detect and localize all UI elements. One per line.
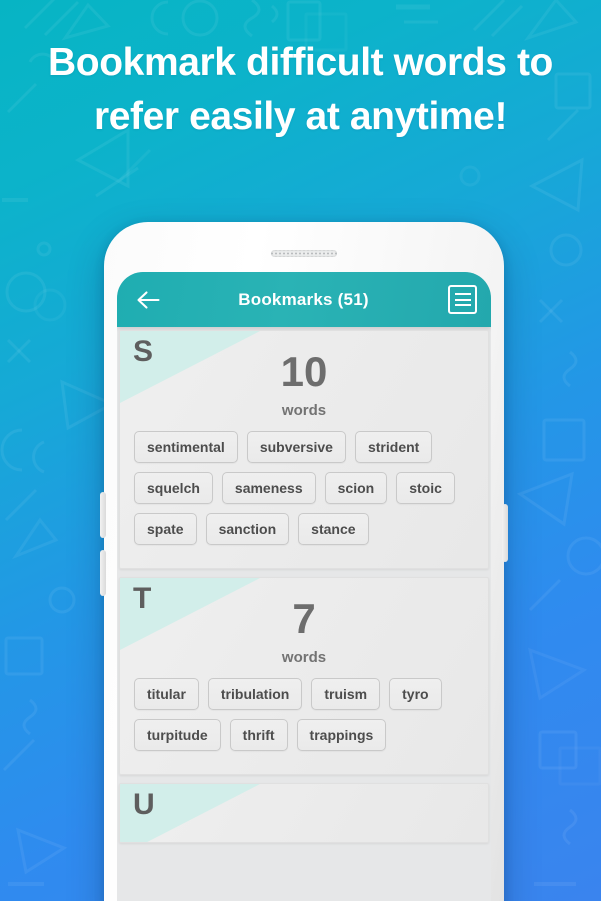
word-chip-rows: sentimental subversive strident squelch same… [120, 431, 488, 568]
headline-line-1: Bookmark difficult words to [48, 41, 553, 84]
headline-line-2: refer easily at anytime! [93, 94, 508, 138]
speaker-grille-dots [271, 250, 337, 257]
word-chip[interactable]: subversive [246, 431, 346, 463]
word-chip[interactable]: tyro [389, 678, 442, 710]
word-chip[interactable]: titular [134, 678, 199, 710]
promo-headline: Bookmark difficult words to refer easily… [0, 36, 601, 144]
word-chip-row: titular tribulation truism tyro [134, 678, 474, 710]
letter-section-card: U [119, 783, 489, 843]
word-chip-row: squelch sameness scion stoic [134, 472, 474, 504]
word-chip-rows: titular tribulation truism tyro turpitude thr… [120, 678, 488, 774]
section-letter: U [133, 788, 155, 821]
word-chip[interactable]: thrift [229, 719, 288, 751]
section-words-label: words [281, 649, 327, 666]
word-chip-row: turpitude thrift trappings [134, 719, 474, 751]
word-chip[interactable]: strident [354, 431, 433, 463]
word-chip-row: sentimental subversive strident [134, 431, 474, 463]
arrow-left-glyph [137, 290, 160, 309]
word-chip[interactable]: truism [311, 678, 381, 710]
word-chip[interactable]: scion [324, 472, 388, 504]
word-chip[interactable]: tribulation [207, 678, 303, 710]
app-bar: Bookmarks (51) [117, 272, 491, 327]
word-chip[interactable]: squelch [134, 472, 213, 504]
section-word-count: 7 [292, 595, 316, 642]
word-chip[interactable]: stoic [396, 472, 455, 504]
page-title-text: Bookmarks [238, 289, 333, 309]
word-chip[interactable]: spate [134, 513, 197, 545]
section-word-count: 10 [280, 348, 328, 395]
earpiece-speaker [271, 250, 337, 257]
menu-line-2 [454, 298, 471, 301]
letter-section-card: T 7 words titular tribulation truism tyro turpi… [119, 577, 489, 775]
page-title: Bookmarks (51) [159, 290, 448, 310]
bookmark-list[interactable]: S 10 words sentimental subversive strident squ… [117, 327, 491, 901]
word-chip[interactable]: trappings [296, 719, 387, 751]
word-chip[interactable]: stance [298, 513, 369, 545]
hamburger-menu-icon[interactable] [448, 285, 477, 314]
word-chip-row: spate sanction stance [134, 513, 474, 545]
bookmark-count: (51) [337, 289, 369, 309]
word-chip[interactable]: turpitude [134, 719, 221, 751]
word-chip[interactable]: sameness [221, 472, 316, 504]
power-button[interactable] [502, 504, 508, 562]
menu-line-1 [454, 293, 471, 295]
phone-mockup: Bookmarks (51) S 10 words sentimental subvers… [100, 222, 508, 901]
phone-screen: Bookmarks (51) S 10 words sentimental subvers… [117, 272, 491, 901]
word-chip[interactable]: sanction [205, 513, 290, 545]
volume-up-button[interactable] [100, 492, 106, 538]
menu-line-3 [454, 304, 471, 306]
section-words-label: words [281, 402, 327, 419]
volume-down-button[interactable] [100, 550, 106, 596]
word-chip[interactable]: sentimental [134, 431, 238, 463]
letter-section-card: S 10 words sentimental subversive strident squ… [119, 330, 489, 569]
